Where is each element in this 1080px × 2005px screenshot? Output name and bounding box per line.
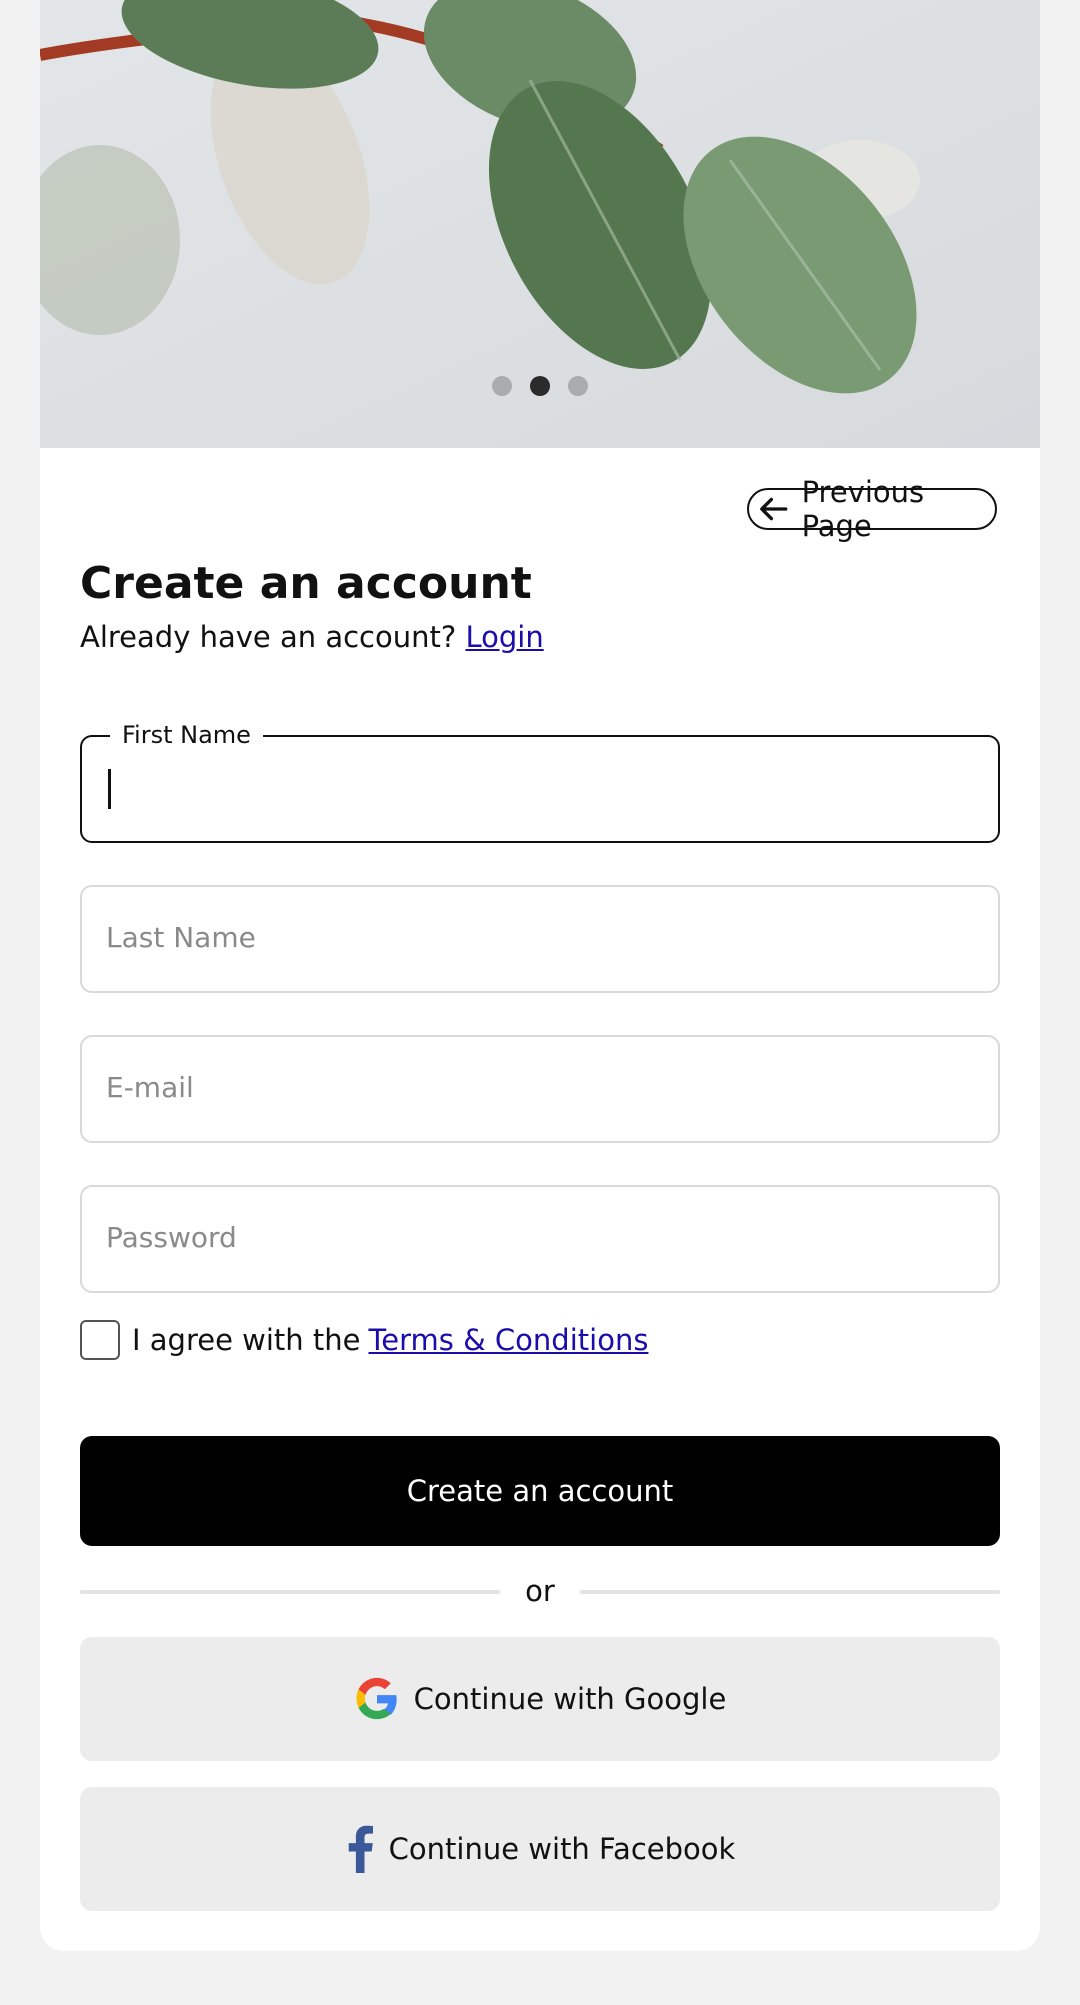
terms-agreement: I agree with the Terms & Conditions xyxy=(80,1320,648,1360)
google-icon xyxy=(356,1677,397,1720)
password-placeholder: Password xyxy=(106,1221,237,1254)
google-button-label: Continue with Google xyxy=(413,1682,727,1716)
terms-checkbox[interactable] xyxy=(80,1320,120,1360)
page-title: Create an account xyxy=(80,558,532,609)
create-account-button[interactable]: Create an account xyxy=(80,1436,1000,1546)
last-name-placeholder: Last Name xyxy=(106,921,256,954)
terms-link[interactable]: Terms & Conditions xyxy=(368,1323,648,1357)
hero-image xyxy=(40,0,1040,448)
arrow-left-icon xyxy=(760,497,788,521)
first-name-label: First Name xyxy=(110,721,263,749)
agree-text: I agree with the xyxy=(132,1323,361,1357)
first-name-field[interactable]: First Name xyxy=(80,721,1000,843)
carousel-indicators xyxy=(40,376,1040,396)
or-divider: or xyxy=(80,1574,1000,1610)
continue-with-facebook-button[interactable]: Continue with Facebook xyxy=(80,1787,1000,1911)
facebook-button-label: Continue with Facebook xyxy=(388,1832,736,1866)
login-link[interactable]: Login xyxy=(465,620,543,654)
last-name-field[interactable]: Last Name xyxy=(80,885,1000,993)
text-caret xyxy=(108,769,111,809)
carousel-dot[interactable] xyxy=(568,376,588,396)
previous-page-button[interactable]: Previous Page xyxy=(747,475,997,543)
password-field[interactable]: Password xyxy=(80,1185,1000,1293)
facebook-icon xyxy=(348,1825,373,1873)
signup-card: Previous Page Create an account Already … xyxy=(40,0,1040,1951)
email-field[interactable]: E-mail xyxy=(80,1035,1000,1143)
carousel-dot-active[interactable] xyxy=(530,376,550,396)
divider-line-right xyxy=(580,1590,1000,1594)
email-placeholder: E-mail xyxy=(106,1071,194,1104)
login-prompt-text: Already have an account? xyxy=(80,620,457,654)
carousel-dot[interactable] xyxy=(492,376,512,396)
login-prompt: Already have an account? Login xyxy=(80,620,544,654)
continue-with-google-button[interactable]: Continue with Google xyxy=(80,1637,1000,1761)
previous-page-label: Previous Page xyxy=(801,475,925,543)
